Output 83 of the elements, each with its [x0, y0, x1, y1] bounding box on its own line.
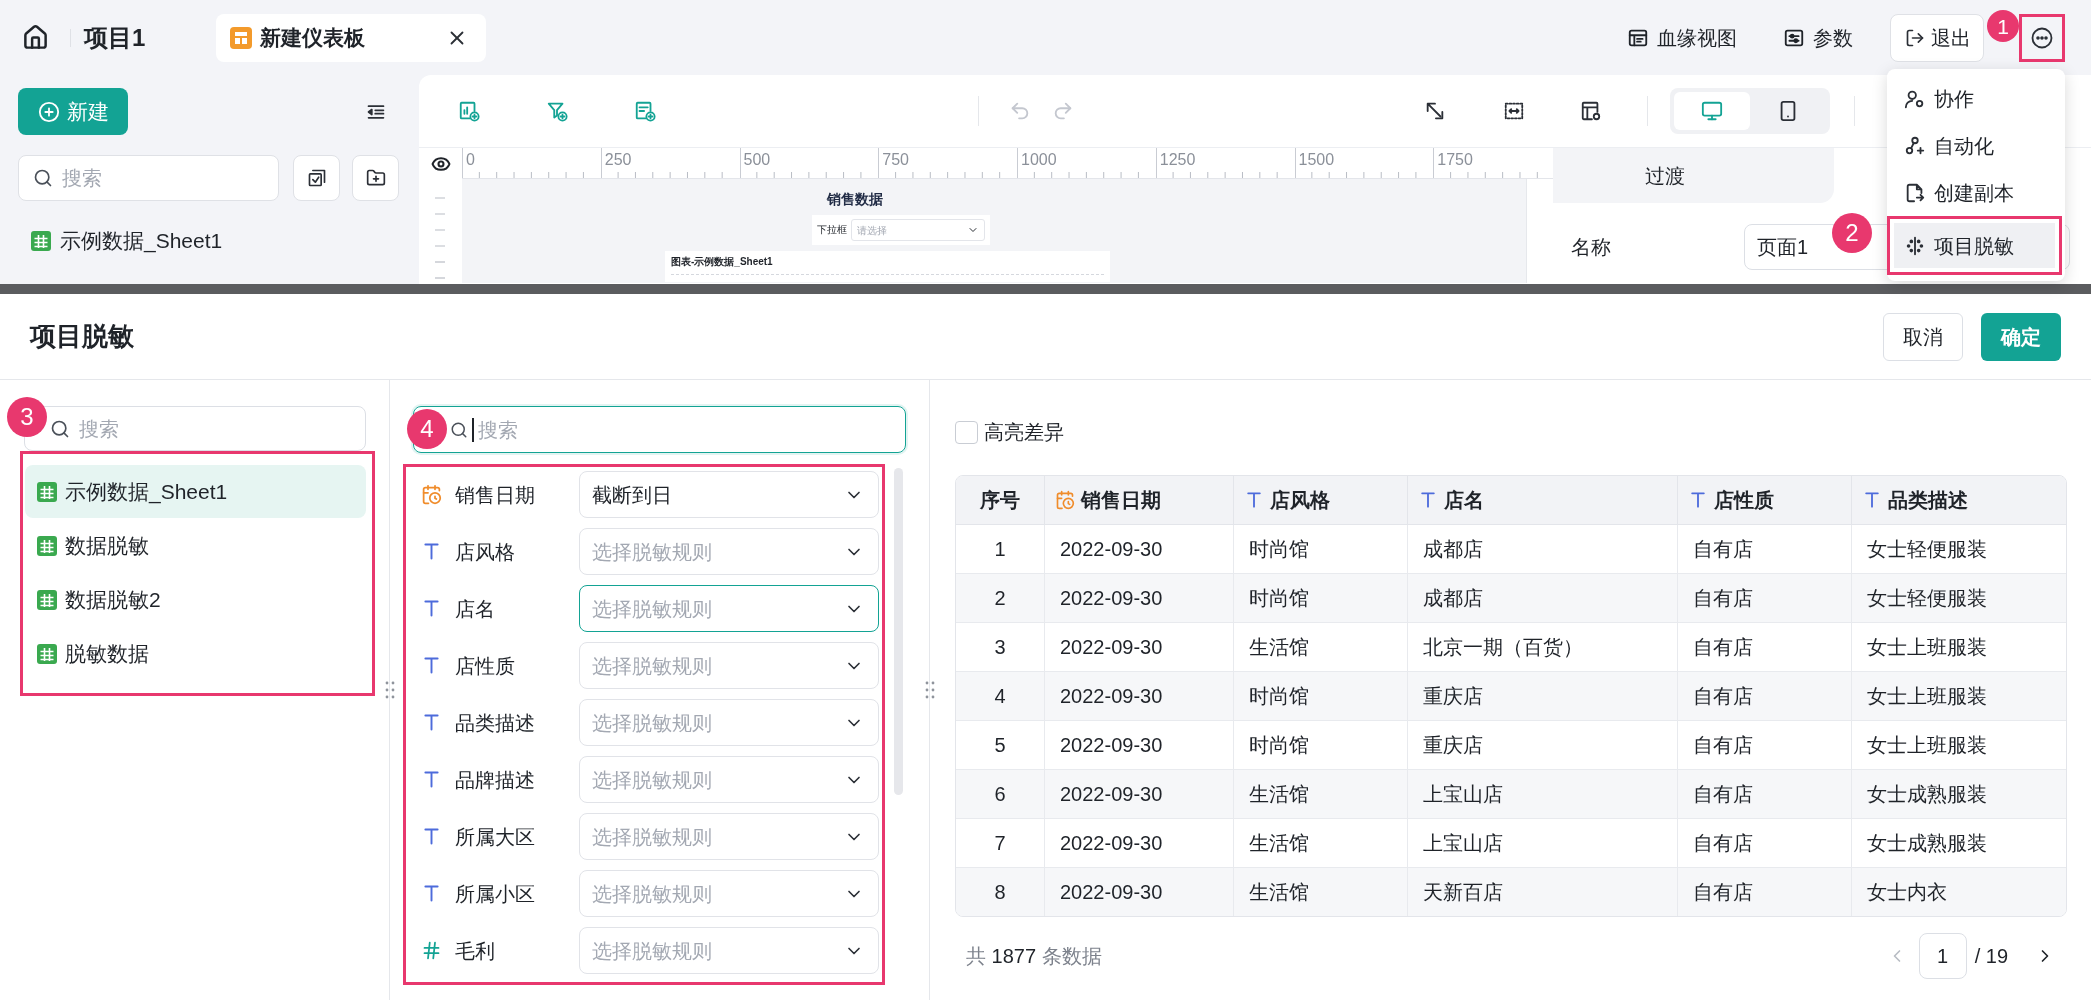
table-cell: 8 [956, 868, 1045, 916]
column-header: 店风格 [1270, 488, 1330, 513]
ruler-label: 1000 [1021, 150, 1057, 170]
table-cell: 北京一期（百货） [1408, 623, 1678, 671]
field-name: 所属大区 [455, 825, 535, 848]
table-cell-text: 女士上班服装 [1866, 733, 1988, 758]
column-header: 序号 [980, 488, 1020, 513]
project-title: 项目1 [84, 22, 146, 53]
table-cell: 2022-09-30 [1045, 868, 1234, 916]
table-cell: 3 [956, 623, 1045, 671]
table-cell: 上宝山店 [1408, 770, 1678, 818]
field-name: 店风格 [455, 540, 515, 563]
table-cell: 自有店 [1678, 819, 1852, 867]
table-cell: 成都店 [1408, 525, 1678, 573]
table-cell: 时尚馆 [1234, 574, 1408, 622]
ruler-label: 500 [743, 150, 771, 170]
table-cell: 生活馆 [1234, 868, 1408, 916]
table-cell: 重庆店 [1408, 672, 1678, 720]
table-cell: 天新百店 [1408, 868, 1678, 916]
table-cell: 2022-09-30 [1045, 721, 1234, 769]
table-cell: 2022-09-30 [1045, 819, 1234, 867]
table-cell: 自有店 [1678, 721, 1852, 769]
table-cell: 生活馆 [1234, 623, 1408, 671]
field-name: 品类描述 [455, 711, 535, 734]
callout-badge: 1 [1987, 10, 2019, 42]
table-cell-text: 女士内衣 [1866, 880, 1948, 905]
table-cell: 时尚馆 [1234, 525, 1408, 573]
table-cell: 2022-09-30 [1045, 770, 1234, 818]
table-cell: 2022-09-30 [1045, 623, 1234, 671]
table-cell: 时尚馆 [1234, 721, 1408, 769]
table-cell: 上宝山店 [1408, 819, 1678, 867]
checkbox-label: 高亮差异 [984, 420, 1064, 445]
table-cell-text: 女士上班服装 [1866, 635, 1988, 660]
table-cell: 自有店 [1678, 868, 1852, 916]
table-cell-text: 女士成熟服装 [1866, 782, 1988, 807]
chart-title: 图表-示例数据_Sheet1 [671, 255, 773, 269]
table-cell-text: 女士成熟服装 [1866, 831, 1988, 856]
table-cell: 5 [956, 721, 1045, 769]
dashboard-title: 销售数据 [827, 190, 883, 209]
ruler-label: 1750 [1437, 150, 1473, 170]
field-name: 店性质 [455, 654, 515, 677]
table-cell: 4 [956, 672, 1045, 720]
column-header: 品类描述 [1888, 488, 1968, 513]
ruler-label: 1250 [1159, 150, 1196, 170]
page-count: / 19 [1974, 944, 2008, 969]
table-cell: 6 [956, 770, 1045, 818]
table-cell: 自有店 [1678, 574, 1852, 622]
ruler-label: 0 [466, 150, 475, 170]
field-label: 名称 [1571, 236, 1611, 258]
table-cell: 2022-09-30 [1045, 574, 1234, 622]
column-header: 店性质 [1714, 488, 1774, 513]
ruler-label: 250 [604, 150, 632, 170]
table-cell: 生活馆 [1234, 770, 1408, 818]
table-cell: 自有店 [1678, 770, 1852, 818]
table-cell-text: 女士轻便服装 [1866, 537, 1988, 562]
callout-badge: 4 [407, 409, 447, 449]
callout-badge: 3 [7, 397, 47, 437]
table-cell: 自有店 [1678, 525, 1852, 573]
table-cell: 自有店 [1678, 672, 1852, 720]
field-name: 所属小区 [455, 882, 535, 905]
field-name: 店名 [455, 597, 495, 620]
column-header: 销售日期 [1081, 488, 1161, 513]
column-header: 店名 [1444, 488, 1484, 513]
table-cell: 7 [956, 819, 1045, 867]
table-cell: 成都店 [1408, 574, 1678, 622]
field-name: 毛利 [455, 939, 495, 962]
table-cell-text: 女士上班服装 [1866, 684, 1988, 709]
ruler-label: 1500 [1298, 150, 1335, 170]
table-cell: 时尚馆 [1234, 672, 1408, 720]
table-cell: 生活馆 [1234, 819, 1408, 867]
field-name: 品牌描述 [455, 768, 535, 791]
table-cell: 2022-09-30 [1045, 672, 1234, 720]
table-cell: 2 [956, 574, 1045, 622]
record-count: 共 1877 条数据 [966, 944, 1102, 969]
table-cell: 重庆店 [1408, 721, 1678, 769]
field-name: 销售日期 [455, 483, 535, 506]
table-cell: 2022-09-30 [1045, 525, 1234, 573]
table-cell: 1 [956, 525, 1045, 573]
ruler-label: 750 [882, 150, 909, 170]
dialog-title: 项目脱敏 [30, 320, 134, 353]
filter-label: 下拉框 [817, 223, 847, 237]
table-cell-text: 女士轻便服装 [1866, 586, 1988, 611]
table-cell: 自有店 [1678, 623, 1852, 671]
